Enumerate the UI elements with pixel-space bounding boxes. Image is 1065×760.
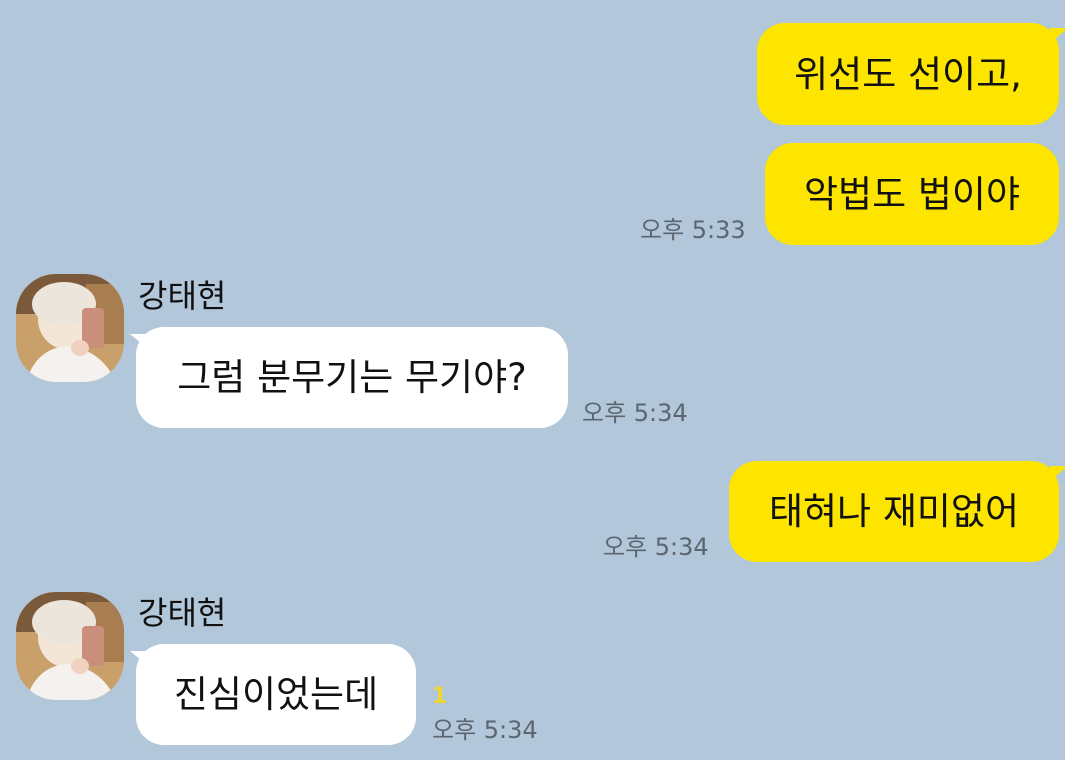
my-message-bubble[interactable]: 악법도 법이야 xyxy=(765,143,1059,245)
other-message-bubble[interactable]: 진심이었는데 xyxy=(136,644,416,745)
profile-photo-icon xyxy=(16,274,124,382)
message-text: 태혀나 재미없어 xyxy=(768,490,1020,533)
message-text: 위선도 선이고, xyxy=(794,52,1022,96)
avatar[interactable] xyxy=(16,274,124,382)
message-text: 그럼 분무기는 무기야? xyxy=(177,356,527,399)
message-time: 오후 5:34 xyxy=(603,533,709,561)
sender-name: 강태현 xyxy=(138,277,227,315)
my-message-bubble[interactable]: 위선도 선이고, xyxy=(757,23,1059,125)
profile-photo-icon xyxy=(16,592,124,700)
sender-name: 강태현 xyxy=(138,594,227,632)
message-text: 악법도 법이야 xyxy=(803,172,1020,216)
bubble-tail xyxy=(1050,466,1065,481)
my-message-bubble[interactable]: 태혀나 재미없어 xyxy=(729,461,1059,562)
other-message-bubble[interactable]: 그럼 분무기는 무기야? xyxy=(136,327,568,428)
message-time: 오후 5:34 xyxy=(582,399,688,427)
unread-count: 1 xyxy=(432,684,448,709)
avatar[interactable] xyxy=(16,592,124,700)
message-time: 오후 5:34 xyxy=(432,716,538,744)
message-time: 오후 5:33 xyxy=(640,216,746,244)
message-text: 진심이었는데 xyxy=(173,673,379,716)
bubble-tail xyxy=(1050,28,1065,43)
